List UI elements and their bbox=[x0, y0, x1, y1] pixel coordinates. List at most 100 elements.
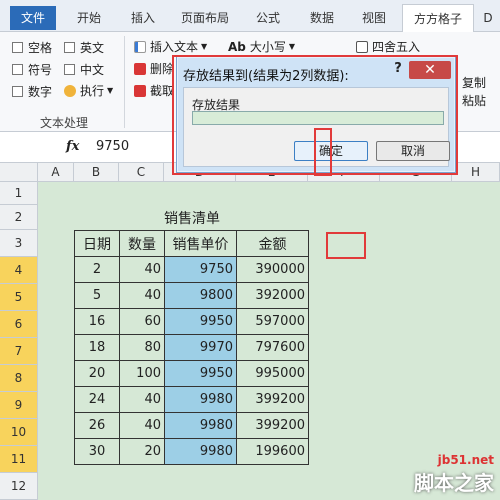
header-cell[interactable]: 数量 bbox=[119, 230, 165, 257]
checkbox-box[interactable] bbox=[12, 42, 23, 53]
row-header[interactable]: 3 bbox=[0, 230, 38, 257]
checkbox-box[interactable] bbox=[12, 64, 23, 75]
tab-home[interactable]: 开始 bbox=[66, 4, 112, 32]
cell-date[interactable]: 16 bbox=[74, 308, 120, 335]
copy-button[interactable]: 复制 bbox=[462, 74, 486, 91]
row-header[interactable]: 8 bbox=[0, 365, 38, 392]
cell-price[interactable]: 9980 bbox=[164, 386, 237, 413]
row-header[interactable]: 12 bbox=[0, 473, 38, 500]
column-header[interactable]: A bbox=[38, 163, 74, 182]
watermark-site: jb51.net bbox=[437, 453, 494, 467]
tab-d[interactable]: D bbox=[478, 4, 498, 32]
checkbox-number[interactable]: 数字 bbox=[12, 83, 52, 100]
cell-amount[interactable]: 399200 bbox=[236, 386, 309, 413]
row-header[interactable]: 10 bbox=[0, 419, 38, 446]
row-header[interactable]: 11 bbox=[0, 446, 38, 473]
cut-label: 截取 bbox=[150, 84, 175, 98]
checkbox-box[interactable] bbox=[12, 86, 23, 97]
cell-price[interactable]: 9970 bbox=[164, 334, 237, 361]
cell-date[interactable]: 2 bbox=[74, 256, 120, 283]
table-title: 销售清单 bbox=[164, 211, 220, 227]
checkbox-box[interactable] bbox=[64, 64, 75, 75]
case-button[interactable]: Ab 大小写 ▼ bbox=[228, 38, 295, 55]
case-icon: Ab bbox=[228, 39, 246, 54]
formula-input[interactable]: 9750 bbox=[96, 139, 129, 154]
cell-date[interactable]: 18 bbox=[74, 334, 120, 361]
checkbox-label: 中文 bbox=[80, 63, 105, 77]
cell-date[interactable]: 20 bbox=[74, 360, 120, 387]
row-header[interactable]: 2 bbox=[0, 205, 38, 230]
cell-qty[interactable]: 40 bbox=[119, 386, 165, 413]
group-label-text-processing: 文本处理 bbox=[40, 116, 89, 130]
cell-amount[interactable]: 390000 bbox=[236, 256, 309, 283]
table-row: 30 20 9980 199600 bbox=[74, 438, 309, 465]
cell-amount[interactable]: 399200 bbox=[236, 412, 309, 439]
cell-date[interactable]: 24 bbox=[74, 386, 120, 413]
table-row: 2 40 9750 390000 bbox=[74, 256, 309, 283]
cell-qty[interactable]: 80 bbox=[119, 334, 165, 361]
cell-qty[interactable]: 100 bbox=[119, 360, 165, 387]
worksheet[interactable]: A B C D E F G H 1 2 3 4 5 6 7 8 9 10 11 … bbox=[0, 163, 500, 500]
cell-price[interactable]: 9980 bbox=[164, 412, 237, 439]
ok-highlight bbox=[314, 128, 332, 176]
chevron-down-icon: ▼ bbox=[201, 42, 208, 51]
cell-qty[interactable]: 60 bbox=[119, 308, 165, 335]
header-cell[interactable]: 金额 bbox=[236, 230, 309, 257]
cell-price[interactable]: 9950 bbox=[164, 360, 237, 387]
round-button[interactable]: 四舍五入 bbox=[356, 38, 420, 55]
checkbox-symbol[interactable]: 符号 bbox=[12, 61, 52, 78]
cell-amount[interactable]: 392000 bbox=[236, 282, 309, 309]
fx-icon[interactable]: fx bbox=[66, 139, 79, 154]
table-header-row: 日期 数量 销售单价 金额 bbox=[74, 230, 309, 257]
insert-text-button[interactable]: 插入文本 ▼ bbox=[134, 38, 207, 55]
tab-fangfanggezi[interactable]: 方方格子 bbox=[402, 4, 474, 33]
table-row: 16 60 9950 597000 bbox=[74, 308, 309, 335]
cell-qty[interactable]: 40 bbox=[119, 256, 165, 283]
tab-insert[interactable]: 插入 bbox=[120, 4, 166, 32]
cell-amount[interactable]: 797600 bbox=[236, 334, 309, 361]
cell-price[interactable]: 9980 bbox=[164, 438, 237, 465]
column-header[interactable]: B bbox=[74, 163, 119, 182]
row-header[interactable]: 6 bbox=[0, 311, 38, 338]
cell-date[interactable]: 5 bbox=[74, 282, 120, 309]
cut-button[interactable]: 截取 bbox=[134, 82, 174, 99]
tab-data[interactable]: 数据 bbox=[302, 4, 342, 32]
row-header[interactable]: 5 bbox=[0, 284, 38, 311]
checkbox-english[interactable]: 英文 bbox=[64, 39, 104, 56]
case-label: 大小写 bbox=[249, 40, 286, 54]
tab-file[interactable]: 文件 bbox=[10, 6, 56, 30]
column-header[interactable]: H bbox=[452, 163, 500, 182]
table-row: 24 40 9980 399200 bbox=[74, 386, 309, 413]
column-header[interactable]: C bbox=[119, 163, 164, 182]
row-header[interactable]: 9 bbox=[0, 392, 38, 419]
tab-view[interactable]: 视图 bbox=[354, 4, 394, 32]
tab-formulas[interactable]: 公式 bbox=[248, 4, 288, 32]
checkbox-space[interactable]: 空格 bbox=[12, 39, 52, 56]
cell-date[interactable]: 26 bbox=[74, 412, 120, 439]
cell-amount[interactable]: 199600 bbox=[236, 438, 309, 465]
select-all-corner[interactable] bbox=[0, 163, 38, 182]
execute-button[interactable]: 执行 ▼ bbox=[64, 82, 113, 99]
cell-price[interactable]: 9800 bbox=[164, 282, 237, 309]
checkbox-label: 空格 bbox=[28, 41, 53, 55]
cell-qty[interactable]: 40 bbox=[119, 282, 165, 309]
cell-date[interactable]: 30 bbox=[74, 438, 120, 465]
checkbox-label: 数字 bbox=[28, 85, 53, 99]
tab-page-layout[interactable]: 页面布局 bbox=[172, 4, 238, 32]
chevron-down-icon: ▼ bbox=[107, 86, 114, 95]
paste-button[interactable]: 粘贴 bbox=[462, 92, 486, 109]
delete-button[interactable]: 删除 bbox=[134, 60, 174, 77]
row-header[interactable]: 4 bbox=[0, 257, 38, 284]
checkbox-chinese[interactable]: 中文 bbox=[64, 61, 104, 78]
cell-amount[interactable]: 597000 bbox=[236, 308, 309, 335]
cell-qty[interactable]: 40 bbox=[119, 412, 165, 439]
cell-qty[interactable]: 20 bbox=[119, 438, 165, 465]
header-cell[interactable]: 日期 bbox=[74, 230, 120, 257]
checkbox-box[interactable] bbox=[64, 42, 75, 53]
cell-amount[interactable]: 995000 bbox=[236, 360, 309, 387]
cell-price[interactable]: 9950 bbox=[164, 308, 237, 335]
row-header[interactable]: 7 bbox=[0, 338, 38, 365]
row-header[interactable]: 1 bbox=[0, 182, 38, 205]
header-cell[interactable]: 销售单价 bbox=[164, 230, 237, 257]
cell-price[interactable]: 9750 bbox=[164, 256, 237, 283]
